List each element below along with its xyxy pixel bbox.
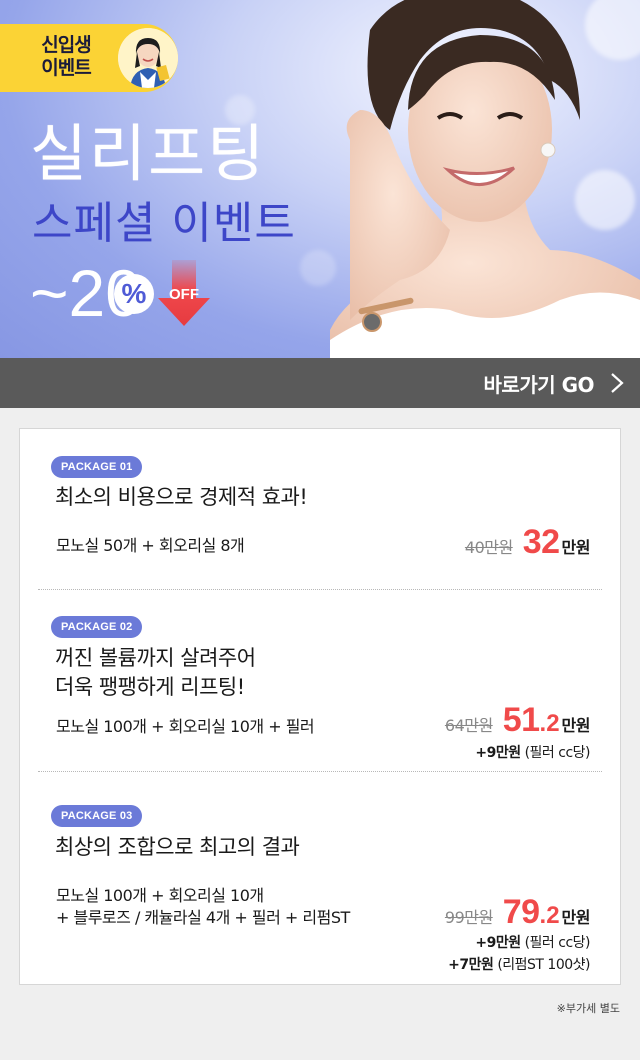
sale-price: 79: [502, 893, 540, 931]
package-title-line: 최상의 조합으로 최고의 결과: [55, 835, 300, 859]
divider: [38, 771, 602, 772]
addon-amount: +9만원: [475, 935, 521, 951]
model-photo: [330, 0, 640, 358]
package-title: 최상의 조합으로 최고의 결과: [55, 833, 300, 862]
go-shortcut-bar[interactable]: 바로가기 GO: [0, 358, 640, 408]
package-items: 모노실 100개 + 회오리실 10개 + 블루로즈 / 캐뉼라실 4개 + 필…: [56, 885, 350, 929]
package-title: 최소의 비용으로 경제적 효과!: [55, 483, 308, 512]
hero-subtitle: 스페셜 이벤트: [32, 198, 296, 249]
addon-note: (필러 cc당): [524, 745, 591, 761]
package-items: 모노실 50개 + 회오리실 8개: [56, 535, 245, 557]
event-badge: 신입생 이벤트: [0, 24, 178, 92]
original-price: 99만원: [444, 908, 493, 927]
package-title-line: 최소의 비용으로 경제적 효과!: [55, 485, 308, 509]
addon-note: (필러 cc당): [524, 935, 591, 951]
package-badge: PACKAGE 02: [51, 616, 143, 638]
original-price: 64만원: [444, 716, 493, 735]
sale-price: 51: [502, 701, 540, 739]
package-title: 꺼진 볼륨까지 살려주어 더욱 팽팽하게 리프팅!: [55, 644, 256, 702]
addon-amount: +9만원: [475, 745, 521, 761]
package-items-line: 모노실 100개 + 회오리실 10개: [56, 886, 264, 905]
package-badge: PACKAGE 01: [51, 456, 143, 478]
model-illustration: [330, 0, 640, 358]
package-title-line: 더욱 팽팽하게 리프팅!: [55, 675, 245, 699]
package-items-line: 모노실 50개 + 회오리실 8개: [56, 536, 245, 555]
student-avatar-illustration: [118, 28, 178, 88]
price-unit: 만원: [561, 716, 591, 735]
addon-note: (리펌ST 100샷): [497, 957, 590, 973]
off-label: OFF: [169, 286, 199, 303]
price-row: 40만원 32 만원: [464, 523, 591, 562]
chevron-right-icon[interactable]: [608, 372, 626, 394]
price-row: 64만원 51 .2 만원: [444, 701, 591, 740]
package-items-line: + 블루로즈 / 캐뉼라실 4개 + 필러 + 리펌ST: [56, 908, 350, 927]
price-addon: +9만원 (필러 cc당): [475, 932, 590, 954]
package-items: 모노실 100개 + 회오리실 10개 + 필러: [56, 716, 315, 738]
addon-amount: +7만원: [448, 957, 494, 973]
original-price: 40만원: [464, 538, 513, 557]
package-items-line: 모노실 100개 + 회오리실 10개 + 필러: [56, 717, 315, 736]
price-unit: 만원: [561, 538, 591, 557]
student-avatar: [118, 28, 178, 88]
package-title-line: 꺼진 볼륨까지 살려주어: [55, 646, 256, 670]
divider: [38, 589, 602, 590]
vat-note: ※부가세 별도: [556, 1002, 620, 1015]
price-unit: 만원: [561, 908, 591, 927]
event-badge-label: 신입생 이벤트: [41, 34, 91, 79]
sale-price-decimal: .2: [539, 902, 560, 929]
go-shortcut-label[interactable]: 바로가기 GO: [484, 369, 595, 398]
package-badge: PACKAGE 03: [51, 805, 143, 827]
hero-title: 실리프팅: [30, 117, 267, 190]
price-row: 99만원 79 .2 만원: [444, 893, 591, 932]
sale-price: 32: [522, 523, 560, 561]
hero-banner: 신입생 이벤트 실리프팅 스페셜 이벤트 ~20 % OFF < 광고용 이미지…: [0, 0, 640, 358]
sale-price-decimal: .2: [539, 710, 560, 737]
price-addon: +9만원 (필러 cc당): [475, 742, 590, 764]
discount-percent: %: [114, 274, 154, 314]
model-caption: < 광고용 이미지 모델 >: [524, 340, 628, 351]
package-card: PACKAGE 01 최소의 비용으로 경제적 효과! 모노실 50개 + 회오…: [19, 428, 621, 985]
price-addon: +7만원 (리펌ST 100샷): [448, 954, 590, 976]
